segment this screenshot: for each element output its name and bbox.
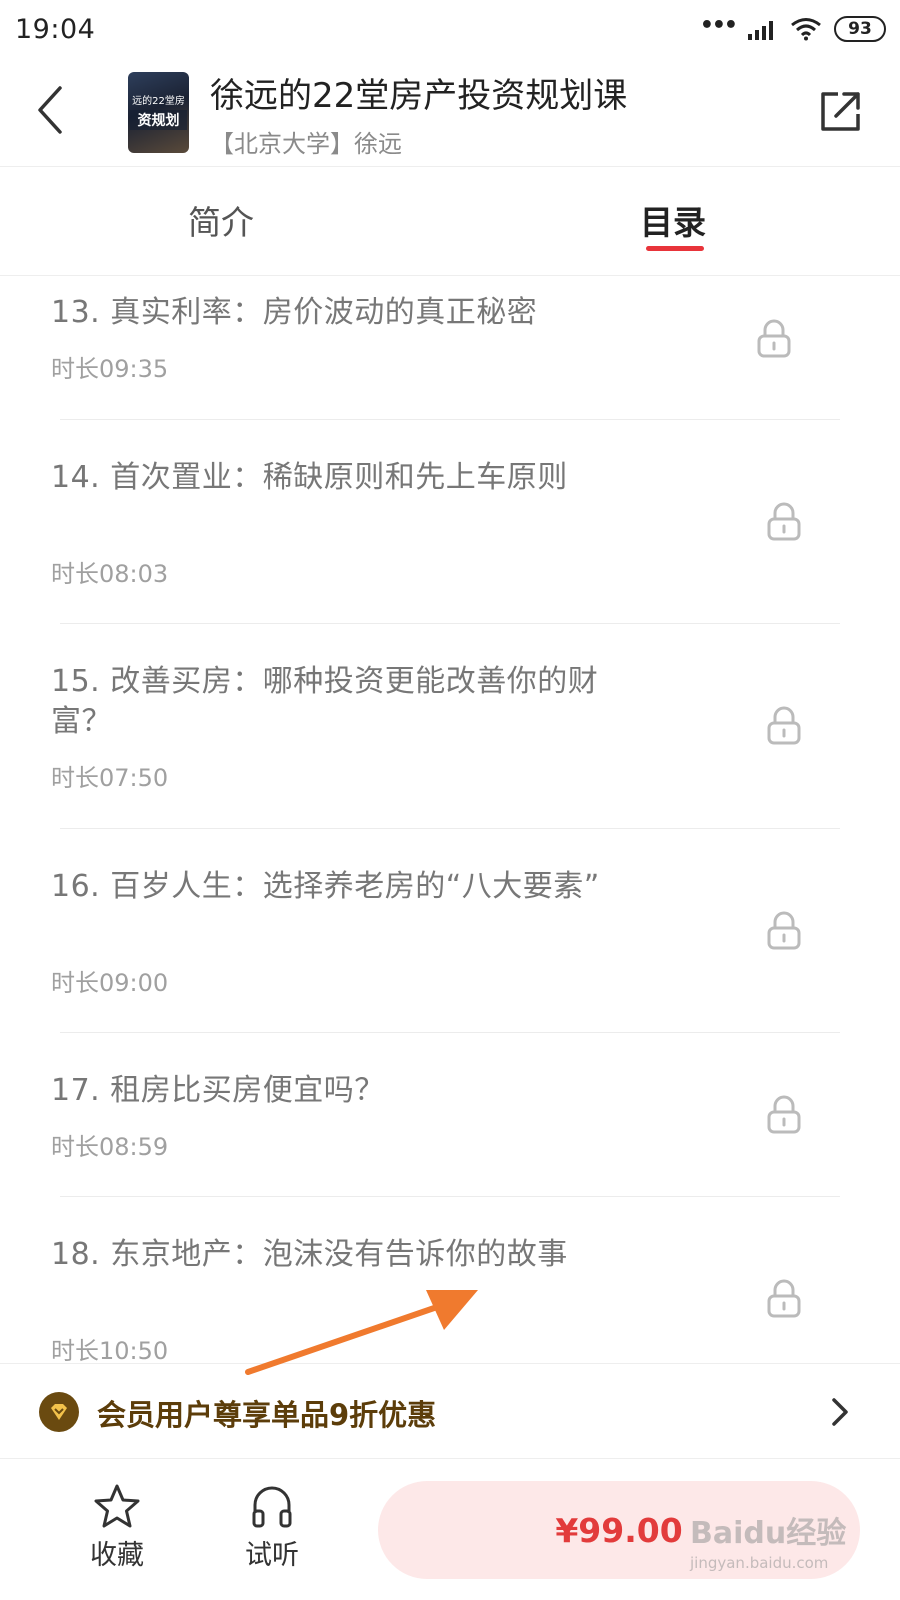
lesson-duration: 时长09:00 [51, 969, 169, 997]
lesson-duration: 时长09:35 [51, 355, 169, 383]
lesson-item[interactable]: 16. 百岁人生：选择养老房的“八大要素” 时长09:00 [0, 829, 900, 1033]
lesson-duration: 时长08:59 [51, 1133, 169, 1161]
course-subtitle: 【北京大学】徐远 [210, 130, 402, 158]
star-icon [94, 1484, 140, 1528]
more-dots-icon: ••• [699, 12, 738, 38]
lock-icon [767, 1095, 801, 1134]
lesson-duration: 时长08:03 [51, 560, 169, 588]
status-bar: 19:04 ••• 93 [0, 0, 900, 62]
course-header: 远的22堂房 资规划 徐远的22堂房产投资规划课 【北京大学】徐远 [0, 62, 900, 167]
signal-icon [748, 21, 773, 40]
lock-icon [767, 911, 801, 950]
lesson-title: 15. 改善买房：哪种投资更能改善你的财富？ [51, 664, 599, 739]
tab-active-indicator [646, 246, 704, 251]
cover-text-top: 远的22堂房 [132, 96, 185, 107]
tab-intro[interactable]: 简介 [188, 196, 254, 244]
share-button[interactable] [818, 88, 864, 134]
member-discount-banner[interactable]: 会员用户尊享单品9折优惠 [0, 1363, 900, 1458]
lesson-title: 14. 首次置业：稀缺原则和先上车原则 [51, 460, 568, 495]
trial-listen-label: 试听 [245, 1540, 299, 1571]
favorite-button[interactable]: 收藏 [77, 1483, 157, 1572]
lesson-item[interactable]: 18. 东京地产：泡沫没有告诉你的故事 时长10:50 [0, 1197, 900, 1363]
lesson-title: 13. 真实利率：房价波动的真正秘密 [51, 295, 538, 330]
lesson-title: 16. 百岁人生：选择养老房的“八大要素” [51, 869, 600, 904]
lesson-duration: 时长07:50 [51, 764, 169, 792]
course-cover-image: 远的22堂房 资规划 [128, 72, 189, 153]
favorite-label: 收藏 [90, 1540, 144, 1571]
lesson-list[interactable]: 13. 真实利率：房价波动的真正秘密 时长09:35 14. 首次置业：稀缺原则… [0, 277, 900, 1363]
lock-icon [767, 706, 801, 745]
course-title: 徐远的22堂房产投资规划课 [210, 76, 628, 116]
lesson-item[interactable]: 17. 租房比买房便宜吗？ 时长08:59 [0, 1033, 900, 1197]
cover-text-big: 资规划 [130, 110, 187, 130]
member-discount-text: 会员用户尊享单品9折优惠 [97, 1398, 437, 1432]
baidu-watermark: Baidu经验 jingyan.baidu.com [690, 1508, 846, 1572]
lesson-duration: 时长10:50 [51, 1337, 169, 1363]
chevron-right-icon [832, 1398, 848, 1426]
price-label: ¥99.00 [555, 1510, 683, 1550]
lock-icon [757, 319, 791, 358]
status-indicators: ••• 93 [699, 12, 886, 42]
lesson-title: 18. 东京地产：泡沫没有告诉你的故事 [51, 1237, 568, 1272]
wifi-icon [791, 18, 821, 41]
lock-icon [767, 502, 801, 541]
battery-indicator: 93 [834, 16, 886, 42]
watermark-main: Baidu经验 [690, 1516, 847, 1551]
tab-bar: 简介 目录 [0, 168, 900, 276]
headphones-icon [252, 1486, 292, 1528]
lesson-item[interactable]: 14. 首次置业：稀缺原则和先上车原则 时长08:03 [0, 420, 900, 624]
lesson-item[interactable]: 13. 真实利率：房价波动的真正秘密 时长09:35 [0, 277, 900, 420]
trial-listen-button[interactable]: 试听 [232, 1483, 312, 1572]
back-button[interactable] [30, 80, 70, 140]
member-diamond-icon [39, 1392, 79, 1432]
status-time: 19:04 [15, 14, 96, 45]
tab-catalog[interactable]: 目录 [640, 196, 706, 244]
lesson-title: 17. 租房比买房便宜吗？ [51, 1073, 385, 1108]
watermark-sub: jingyan.baidu.com [690, 1554, 829, 1572]
lock-icon [767, 1279, 801, 1318]
lesson-item[interactable]: 15. 改善买房：哪种投资更能改善你的财富？ 时长07:50 [0, 624, 900, 829]
